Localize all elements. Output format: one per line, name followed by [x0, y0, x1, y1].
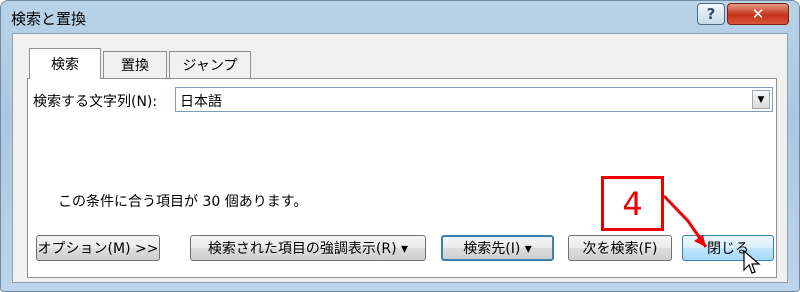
tab-find[interactable]: 検索	[29, 48, 101, 79]
tab-panel: 検索する文字列(N): 日本語 ▼ この条件に合う項目が 30 個あります。 オ…	[27, 78, 777, 278]
help-button[interactable]: ?	[697, 3, 725, 25]
dialog-body: 検索 置換 ジャンプ 検索する文字列(N): 日本語 ▼ この条件に合う項目が …	[12, 33, 788, 283]
find-in-button[interactable]: 検索先(I) ▾	[441, 235, 554, 261]
find-what-combobox[interactable]: 日本語 ▼	[175, 87, 773, 112]
tab-goto[interactable]: ジャンプ	[169, 51, 251, 78]
tab-replace[interactable]: 置換	[103, 51, 167, 78]
find-what-value[interactable]: 日本語	[180, 91, 222, 111]
reading-highlight-button[interactable]: 検索された項目の強調表示(R) ▾	[190, 235, 426, 261]
find-next-button[interactable]: 次を検索(F)	[568, 235, 672, 261]
find-what-label: 検索する文字列(N):	[33, 94, 158, 110]
mouse-cursor-icon	[743, 250, 761, 274]
match-count-status: この条件に合う項目が 30 個あります。	[58, 194, 308, 210]
find-replace-dialog: 検索と置換 ? ✕ 検索 置換 ジャンプ 検索する文字列(N): 日本語 ▼ こ…	[0, 0, 800, 292]
close-window-button[interactable]: ✕	[727, 3, 789, 25]
options-button[interactable]: オプション(M) >>	[36, 235, 160, 261]
dropdown-arrow-icon[interactable]: ▼	[752, 90, 770, 109]
step-number-callout: 4	[601, 176, 664, 231]
title-bar[interactable]: 検索と置換 ? ✕	[1, 1, 799, 35]
window-title: 検索と置換	[11, 10, 87, 28]
